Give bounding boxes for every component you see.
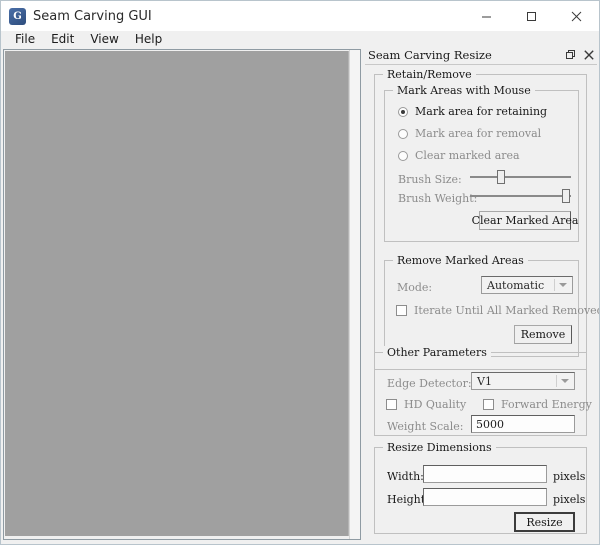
iterate-until-removed-checkbox[interactable]: Iterate Until All Marked Removed [396,304,600,317]
checkbox-indicator[interactable] [386,399,397,410]
other-parameters-group: Other Parameters Edge Detector: V1 HD Qu… [374,346,592,436]
app-logo-icon [9,7,26,25]
edge-detector-label: Edge Detector: [387,377,472,390]
slider-track [470,195,571,197]
forward-energy-checkbox[interactable]: Forward Energy [483,398,592,411]
resize-dimensions-group: Resize Dimensions Width: pixels Height: … [374,441,587,534]
brush-weight-label: Brush Weight: [398,192,478,205]
brush-size-slider[interactable] [470,169,571,185]
mode-select-value: Automatic [487,278,545,292]
slider-handle[interactable] [497,170,505,184]
edge-detector-select-value: V1 [477,374,492,388]
hd-quality-checkbox[interactable]: HD Quality [386,398,466,411]
weight-scale-input[interactable]: 5000 [471,415,575,433]
maximize-icon[interactable] [509,1,554,31]
clear-marked-area-button[interactable]: Clear Marked Area [472,211,578,230]
remove-button[interactable]: Remove [514,325,572,344]
width-unit-label: pixels [553,470,586,483]
image-canvas[interactable] [5,51,349,536]
radio-indicator[interactable] [398,106,408,117]
slider-handle[interactable] [562,189,570,203]
height-unit-label: pixels [553,493,586,506]
menu-item-view[interactable]: View [82,31,126,48]
width-input[interactable] [423,465,547,483]
other-parameters-group-label: Other Parameters [383,346,491,359]
radio-indicator[interactable] [398,128,408,139]
remove-marked-areas-group: Remove Marked Areas Mode: Automatic Iter… [384,254,599,357]
canvas-vertical-scrollbar[interactable] [349,50,360,539]
dock-title-bar: Seam Carving Resize [365,46,597,65]
forward-energy-label: Forward Energy [501,398,592,411]
height-input[interactable] [423,488,547,506]
iterate-until-removed-label: Iterate Until All Marked Removed [414,304,600,317]
checkbox-indicator[interactable] [396,305,407,316]
radio-mark-removal[interactable]: Mark area for removal [398,127,541,140]
menu-item-edit[interactable]: Edit [43,31,82,48]
weight-scale-label: Weight Scale: [387,420,464,433]
edge-detector-select[interactable]: V1 [471,372,575,390]
resize-button[interactable]: Resize [514,512,575,532]
brush-size-label: Brush Size: [398,173,462,186]
menu-item-file[interactable]: File [7,31,43,48]
mode-label: Mode: [397,281,433,294]
mark-areas-group: Mark Areas with Mouse Mark area for reta… [384,84,579,242]
slider-track [470,176,571,178]
radio-mark-retaining-label: Mark area for retaining [415,105,548,118]
mark-areas-group-label: Mark Areas with Mouse [393,84,535,97]
mode-select[interactable]: Automatic [481,276,573,294]
window-controls [464,1,599,31]
radio-mark-retaining[interactable]: Mark area for retaining [398,105,547,118]
float-window-icon[interactable] [564,48,577,61]
resize-dimensions-group-label: Resize Dimensions [383,441,496,454]
seam-carving-dock-panel: Seam Carving Resize Retain/Remove Mark A… [365,46,599,542]
radio-clear-marked-label: Clear marked area [415,149,520,162]
dock-controls [564,48,595,61]
dock-title-label: Seam Carving Resize [368,48,492,62]
remove-marked-areas-group-label: Remove Marked Areas [393,254,528,267]
image-canvas-area[interactable] [3,49,361,540]
minimize-icon[interactable] [464,1,509,31]
window-title: Seam Carving GUI [33,8,152,24]
retain-remove-group: Retain/Remove Mark Areas with Mouse Mark… [374,68,599,370]
hd-quality-label: HD Quality [404,398,467,411]
close-icon[interactable] [554,1,599,31]
checkbox-indicator[interactable] [483,399,494,410]
radio-mark-removal-label: Mark area for removal [415,127,542,140]
radio-indicator[interactable] [398,150,408,161]
chevron-down-icon[interactable] [556,375,572,387]
width-label: Width: [387,470,424,483]
application-window: Seam Carving GUI File Edit View Help Sea… [0,0,600,545]
title-bar: Seam Carving GUI [1,1,599,31]
menu-item-help[interactable]: Help [127,31,170,48]
close-icon[interactable] [582,48,595,61]
retain-remove-group-label: Retain/Remove [383,68,476,81]
chevron-down-icon[interactable] [554,279,570,291]
brush-weight-slider[interactable] [470,188,571,204]
radio-clear-marked[interactable]: Clear marked area [398,149,520,162]
